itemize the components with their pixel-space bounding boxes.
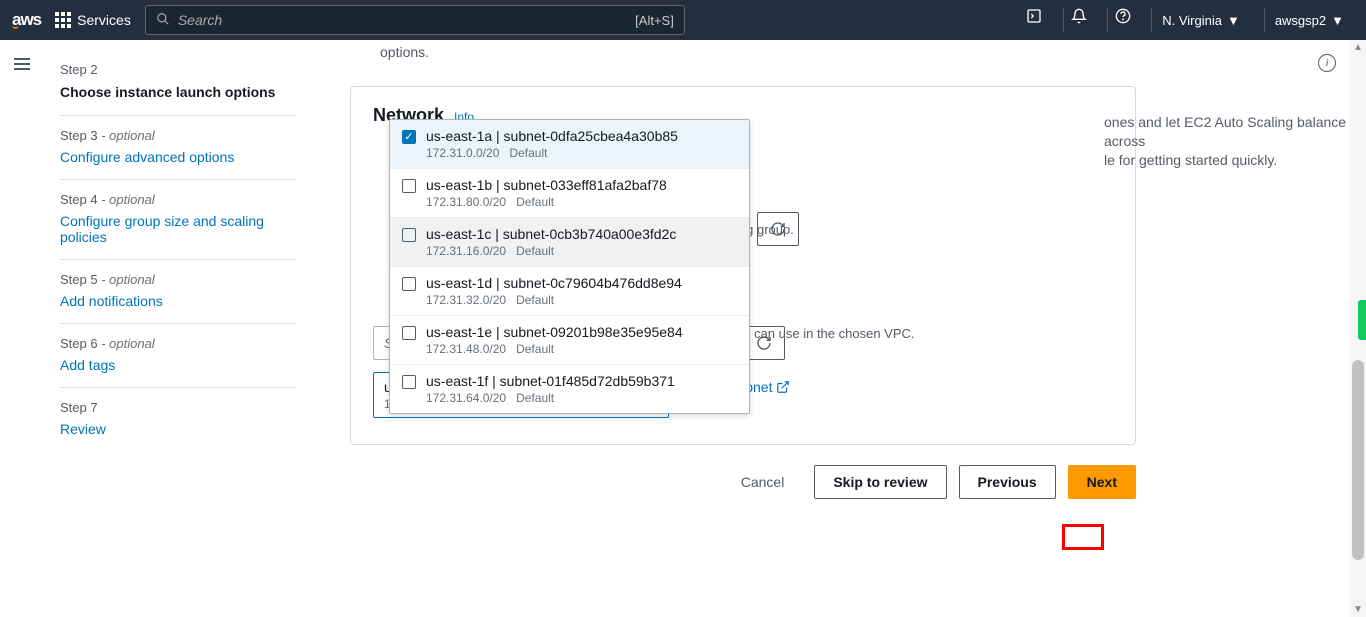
checkbox-icon (402, 179, 416, 193)
aws-logo: aws ⌣ (12, 10, 41, 30)
checkbox-icon (402, 326, 416, 340)
search-icon (156, 12, 170, 29)
global-search[interactable]: Search [Alt+S] (145, 5, 685, 35)
account-menu[interactable]: awsgsp2▼ (1264, 8, 1354, 32)
az-subnet-dropdown[interactable]: us-east-1a | subnet-0dfa25cbea4a30b85172… (389, 119, 750, 414)
scroll-up-icon: ▲ (1353, 42, 1363, 53)
previous-button[interactable]: Previous (959, 465, 1056, 499)
truncated-text: options. (380, 40, 1336, 68)
scroll-down-icon: ▼ (1353, 604, 1363, 615)
wizard-step-6[interactable]: Step 6 - optional Add tags (60, 324, 296, 388)
subnet-option-us-east-1f[interactable]: us-east-1f | subnet-01f485d72db59b371172… (390, 365, 749, 413)
wizard-step-2: Step 2 Choose instance launch options (60, 50, 296, 116)
side-drawer-toggle[interactable] (14, 55, 30, 73)
cancel-button[interactable]: Cancel (723, 465, 803, 499)
wizard-step-4[interactable]: Step 4 - optional Configure group size a… (60, 180, 296, 260)
subnet-option-us-east-1b[interactable]: us-east-1b | subnet-033eff81afa2baf78172… (390, 169, 749, 218)
subnet-option-us-east-1c[interactable]: us-east-1c | subnet-0cb3b740a00e3fd2c172… (390, 218, 749, 267)
chevron-down-icon: ▼ (1227, 13, 1240, 28)
search-placeholder: Search (178, 12, 222, 28)
region-selector[interactable]: N. Virginia▼ (1151, 8, 1250, 32)
next-button[interactable]: Next (1068, 465, 1136, 499)
help-icon[interactable] (1107, 8, 1137, 32)
checkbox-icon (402, 277, 416, 291)
subnet-option-us-east-1a[interactable]: us-east-1a | subnet-0dfa25cbea4a30b85172… (390, 120, 749, 169)
skip-to-review-button[interactable]: Skip to review (814, 465, 946, 499)
chevron-down-icon: ▼ (1331, 13, 1344, 28)
services-grid-icon (55, 12, 71, 28)
az-helper: up can use in the chosen VPC. (736, 326, 915, 341)
wizard-step-7[interactable]: Step 7 Review (60, 388, 296, 451)
wizard-steps-sidebar: Step 2 Choose instance launch options St… (40, 40, 320, 617)
subnet-option-us-east-1d[interactable]: us-east-1d | subnet-0c79604b476dd8e94172… (390, 267, 749, 316)
notifications-icon[interactable] (1063, 8, 1093, 32)
subnet-option-us-east-1e[interactable]: us-east-1e | subnet-09201b98e35e95e84172… (390, 316, 749, 365)
external-link-icon (776, 380, 790, 394)
network-description: ones and let EC2 Auto Scaling balance yo… (1104, 113, 1366, 170)
cloudshell-icon[interactable] (1019, 8, 1049, 32)
wizard-step-3[interactable]: Step 3 - optional Configure advanced opt… (60, 116, 296, 180)
checkbox-icon (402, 228, 416, 242)
search-shortcut: [Alt+S] (635, 13, 674, 28)
feedback-tab[interactable] (1358, 300, 1366, 340)
top-navbar: aws ⌣ Services Search [Alt+S] N. Virgini… (0, 0, 1366, 40)
scroll-thumb[interactable] (1352, 360, 1364, 560)
wizard-footer: Cancel Skip to review Previous Next (350, 465, 1136, 499)
wizard-step-5[interactable]: Step 5 - optional Add notifications (60, 260, 296, 324)
checkbox-icon (402, 130, 416, 144)
checkbox-icon (402, 375, 416, 389)
services-menu[interactable]: Services (55, 12, 131, 28)
